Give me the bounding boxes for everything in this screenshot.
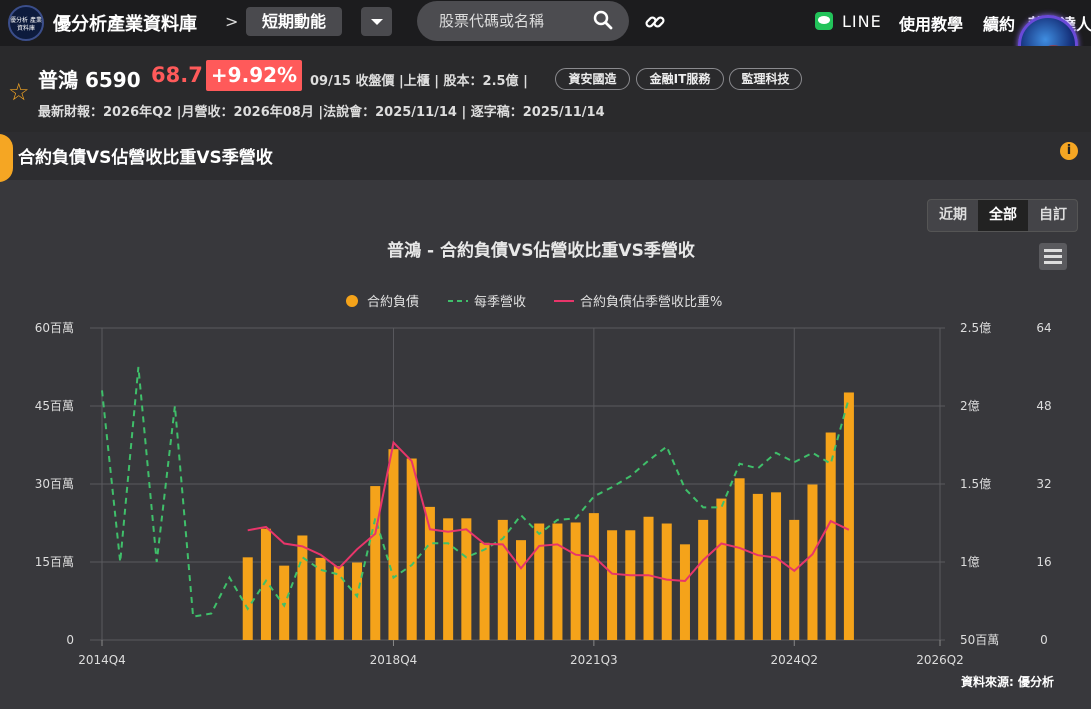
chevron-down-icon[interactable] (361, 7, 392, 36)
bar (443, 518, 454, 640)
data-source-label: 資料來源: 優分析 (961, 675, 1054, 689)
y-right-tick-label: 0 (1040, 633, 1048, 647)
chart-legend: 合約負債 每季營收 合約負債佔季營收比重% (346, 294, 722, 310)
bar (661, 523, 672, 640)
x-tick-label: 2024Q2 (770, 653, 818, 667)
y-mid-tick-label: 1億 (960, 555, 980, 569)
tag-security[interactable]: 資安國造 (555, 68, 630, 90)
y-right-tick-label: 64 (1036, 321, 1051, 335)
link-icon[interactable] (644, 11, 666, 33)
y-left-tick-label: 0 (66, 633, 74, 647)
x-tick-label: 2018Q4 (370, 653, 418, 667)
bar (588, 513, 599, 640)
nav-tutorial[interactable]: 使用教學 (899, 11, 963, 35)
line-icon[interactable] (815, 12, 833, 30)
y-left-tick-label: 15百萬 (35, 555, 74, 569)
bar (789, 519, 800, 640)
bar (698, 519, 709, 640)
y-mid-tick-label: 50百萬 (960, 633, 999, 647)
range-custom-button[interactable]: 自訂 (1028, 200, 1077, 231)
section-marker (0, 134, 13, 182)
range-all-button[interactable]: 全部 (978, 200, 1028, 231)
tag-fin-it[interactable]: 金融IT服務 (636, 68, 724, 90)
x-tick-label: 2021Q3 (570, 653, 618, 667)
bar (515, 540, 527, 640)
x-tick-label: 2014Q4 (78, 653, 126, 667)
nav-renew[interactable]: 續約 (983, 11, 1015, 35)
bar (352, 562, 363, 640)
legend-ratio-label: 合約負債佔季營收比重% (580, 294, 722, 310)
bar (570, 522, 581, 640)
bar (297, 535, 308, 640)
bar (752, 493, 763, 640)
bar (825, 432, 836, 640)
search-box (417, 1, 629, 41)
bar (843, 392, 854, 640)
section-title: 合約負債VS佔營收比重VS季營收 (18, 148, 273, 168)
info-icon[interactable]: i (1060, 142, 1078, 160)
bar (479, 542, 490, 640)
y-mid-tick-label: 2億 (960, 399, 980, 413)
bar (679, 544, 690, 640)
bar (388, 449, 399, 640)
bar (370, 486, 381, 640)
site-logo[interactable]: 優分析 產業資料庫 (8, 5, 44, 41)
stock-name: 普鴻 6590 (38, 68, 141, 92)
range-toggle: 近期 全部 自訂 (927, 199, 1078, 232)
stock-meta: 09/15 收盤價 |上櫃 | 股本：2.5億 | (310, 74, 528, 89)
y-left-tick-label: 60百萬 (35, 321, 74, 335)
y-mid-tick-label: 2.5億 (960, 321, 991, 335)
breadcrumb-separator: > (225, 12, 239, 31)
bar (406, 458, 417, 640)
legend-bar-marker (346, 295, 358, 307)
y-left-tick-label: 45百萬 (35, 399, 74, 413)
legend-revenue-label: 每季營收 (474, 294, 526, 310)
star-icon[interactable]: ☆ (8, 80, 30, 104)
bar (242, 557, 253, 640)
bar (716, 498, 727, 640)
bar (734, 478, 745, 640)
bar (607, 530, 618, 640)
x-tick-label: 2026Q2 (916, 653, 964, 667)
bar (461, 518, 472, 640)
bar (625, 530, 636, 640)
line-link[interactable]: LINE (842, 12, 882, 31)
search-icon[interactable] (593, 10, 613, 30)
legend-bar-label: 合約負債 (367, 295, 419, 310)
bar (534, 523, 545, 640)
tag-regtech[interactable]: 監理科技 (729, 68, 802, 90)
range-recent-button[interactable]: 近期 (928, 200, 978, 231)
bar (643, 516, 654, 640)
combo-chart: 普鴻 - 合約負債VS佔營收比重VS季營收 合約負債 每季營收 合約負債佔季營收比重… (35, 240, 1052, 667)
search-input[interactable] (439, 10, 589, 32)
y-mid-tick-label: 1.5億 (960, 477, 991, 491)
bar (279, 565, 290, 640)
y-right-tick-label: 16 (1036, 555, 1051, 569)
bar-series (242, 392, 854, 640)
report-info-line: 最新財報：2026年Q2 |月營收：2026年08月 |法說會：2025/11/… (38, 105, 605, 120)
bar (552, 523, 563, 640)
y-left-tick-label: 30百萬 (35, 477, 74, 491)
site-title[interactable]: 優分析產業資料庫 (53, 10, 197, 36)
y-right-tick-label: 48 (1036, 399, 1051, 413)
chart-title: 普鴻 - 合約負債VS佔營收比重VS季營收 (387, 240, 695, 261)
stock-change-badge: +9.92% (206, 60, 302, 91)
bar (771, 492, 782, 640)
stock-price: 68.7 (151, 63, 203, 87)
bar (807, 484, 818, 640)
y-right-tick-label: 32 (1036, 477, 1051, 491)
section-select-button[interactable]: 短期動能 (246, 7, 342, 36)
